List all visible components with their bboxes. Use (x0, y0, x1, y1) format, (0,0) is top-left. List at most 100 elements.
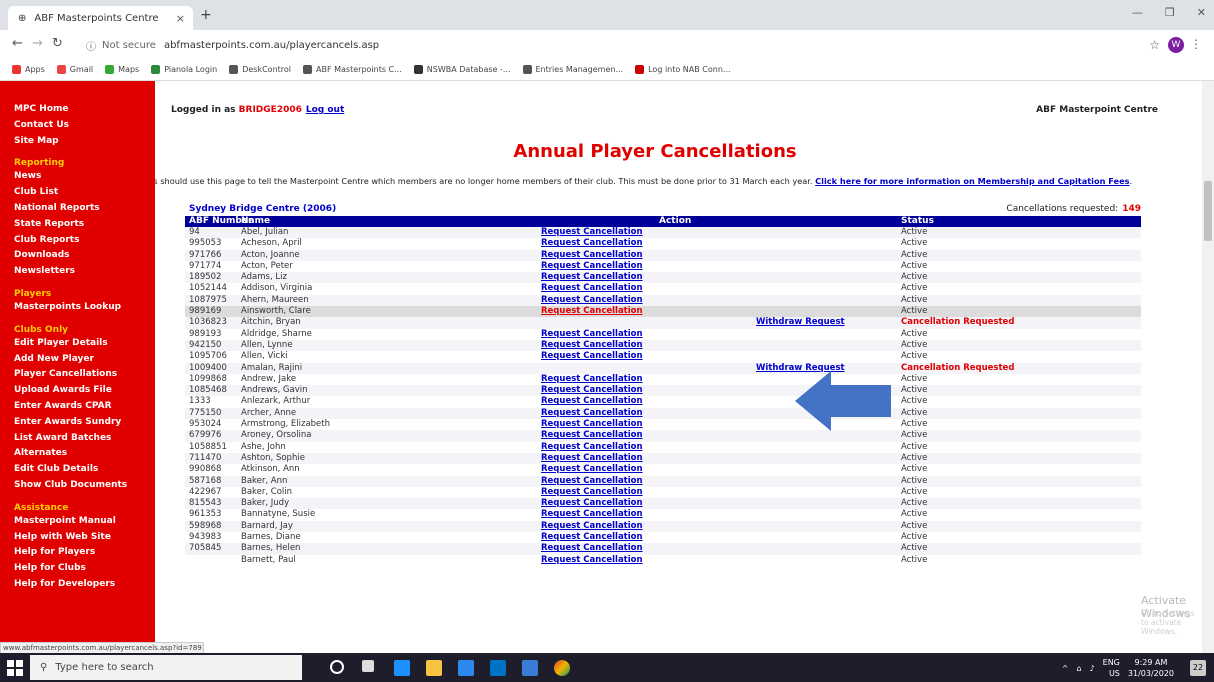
bookmark-star-icon[interactable]: ☆ (1149, 38, 1160, 52)
new-tab-button[interactable]: + (200, 7, 212, 23)
lang-indicator[interactable]: ENG US (1103, 657, 1120, 679)
bookmark-item[interactable]: ABF Masterpoints C... (303, 64, 402, 74)
sidebar-item-list-award-batches[interactable]: List Award Batches (0, 431, 155, 447)
cortana-icon[interactable] (330, 660, 344, 674)
request-cancellation-link[interactable]: Request Cancellation (541, 227, 643, 238)
back-icon[interactable]: ← (12, 36, 23, 51)
request-cancellation-link[interactable]: Request Cancellation (541, 476, 643, 487)
request-cancellation-link[interactable]: Request Cancellation (541, 543, 643, 554)
sidebar-item-add-new-player[interactable]: Add New Player (0, 352, 155, 368)
menu-icon[interactable]: ⋮ (1190, 37, 1202, 51)
request-cancellation-link[interactable]: Request Cancellation (541, 509, 643, 520)
request-cancellation-link[interactable]: Request Cancellation (541, 464, 643, 475)
abf-number-cell: 1085468 (189, 385, 227, 396)
request-cancellation-link[interactable]: Request Cancellation (541, 430, 643, 441)
sidebar-item-help-for-clubs[interactable]: Help for Clubs (0, 561, 155, 577)
sidebar-item-site-map[interactable]: Site Map (0, 134, 155, 150)
sidebar-item-edit-player-details[interactable]: Edit Player Details (0, 336, 155, 352)
browser-tab[interactable]: ⊕ ABF Masterpoints Centre × (8, 6, 193, 30)
sidebar-item-help-with-web-site[interactable]: Help with Web Site (0, 530, 155, 546)
bookmark-item[interactable]: Pianola Login (151, 64, 217, 74)
request-cancellation-link[interactable]: Request Cancellation (541, 521, 643, 532)
request-cancellation-link[interactable]: Request Cancellation (541, 340, 643, 351)
request-cancellation-link[interactable]: Request Cancellation (541, 306, 643, 317)
request-cancellation-link[interactable]: Request Cancellation (541, 261, 643, 272)
bookmark-item[interactable]: Gmail (56, 64, 93, 74)
mail-icon[interactable] (522, 660, 538, 676)
sidebar-item-enter-awards-sundry[interactable]: Enter Awards Sundry (0, 415, 155, 431)
request-cancellation-link[interactable]: Request Cancellation (541, 453, 643, 464)
windows-start-icon[interactable] (6, 659, 24, 677)
network-icon[interactable]: ⌂ (1076, 664, 1081, 673)
reload-icon[interactable]: ↻ (52, 36, 63, 51)
close-window-icon[interactable]: ✕ (1197, 6, 1206, 19)
sidebar-item-help-for-developers[interactable]: Help for Developers (0, 577, 155, 593)
sidebar-item-edit-club-details[interactable]: Edit Club Details (0, 462, 155, 478)
bookmark-item[interactable]: Entries Managemen... (522, 64, 623, 74)
clock[interactable]: 9:29 AM 31/03/2020 (1128, 657, 1174, 679)
request-cancellation-link[interactable]: Request Cancellation (541, 385, 643, 396)
sidebar-item-enter-awards-cpar[interactable]: Enter Awards CPAR (0, 399, 155, 415)
sidebar-item-national-reports[interactable]: National Reports (0, 201, 155, 217)
sidebar-item-show-club-documents[interactable]: Show Club Documents (0, 478, 155, 494)
sidebar-item-player-cancellations[interactable]: Player Cancellations (0, 367, 155, 383)
sidebar-item-mpc-home[interactable]: MPC Home (0, 102, 155, 118)
sidebar-item-alternates[interactable]: Alternates (0, 446, 155, 462)
profile-avatar[interactable]: W (1168, 37, 1184, 53)
url-input[interactable]: ⓘ Not secure abfmasterpoints.com.au/play… (86, 36, 1176, 54)
forward-icon[interactable]: → (32, 36, 43, 51)
chrome-icon[interactable] (554, 660, 570, 676)
sidebar-item-downloads[interactable]: Downloads (0, 248, 155, 264)
membership-info-link[interactable]: Click here for more information on Membe… (815, 176, 1129, 186)
notifications-icon[interactable]: 22 (1190, 660, 1206, 676)
request-cancellation-link[interactable]: Request Cancellation (541, 555, 643, 566)
sidebar-item-club-list[interactable]: Club List (0, 185, 155, 201)
request-cancellation-link[interactable]: Request Cancellation (541, 396, 643, 407)
request-cancellation-link[interactable]: Request Cancellation (541, 532, 643, 543)
outlook-icon[interactable] (490, 660, 506, 676)
request-cancellation-link[interactable]: Request Cancellation (541, 329, 643, 340)
info-icon[interactable]: ⓘ (86, 38, 96, 53)
taskbar-search-input[interactable]: ⚲ Type here to search (30, 655, 302, 680)
sidebar-item-news[interactable]: News (0, 169, 155, 185)
sidebar-item-contact-us[interactable]: Contact Us (0, 118, 155, 134)
sidebar-item-state-reports[interactable]: State Reports (0, 217, 155, 233)
sidebar-item-club-reports[interactable]: Club Reports (0, 233, 155, 249)
bookmark-item[interactable]: DeskControl (229, 64, 291, 74)
sidebar-item-newsletters[interactable]: Newsletters (0, 264, 155, 280)
request-cancellation-link[interactable]: Request Cancellation (541, 250, 643, 261)
intro-body: Clubs should use this page to tell the M… (155, 176, 816, 186)
restore-icon[interactable]: ❐ (1165, 6, 1175, 19)
minimize-icon[interactable]: — (1132, 6, 1143, 19)
photos-icon[interactable] (458, 660, 474, 676)
request-cancellation-link[interactable]: Request Cancellation (541, 442, 643, 453)
request-cancellation-link[interactable]: Request Cancellation (541, 295, 643, 306)
sidebar-item-upload-awards-file[interactable]: Upload Awards File (0, 383, 155, 399)
request-cancellation-link[interactable]: Request Cancellation (541, 487, 643, 498)
bookmark-item[interactable]: Log into NAB Conn... (635, 64, 731, 74)
sidebar-item-masterpoints-lookup[interactable]: Masterpoints Lookup (0, 300, 155, 316)
logout-link[interactable]: Log out (306, 105, 344, 115)
task-view-icon[interactable] (362, 660, 374, 672)
tray-chevron-icon[interactable]: ^ (1062, 664, 1069, 673)
volume-icon[interactable]: ♪ (1090, 664, 1095, 673)
edge-icon[interactable] (394, 660, 410, 676)
bookmark-item[interactable]: NSWBA Database -... (413, 64, 511, 74)
request-cancellation-link[interactable]: Request Cancellation (541, 283, 643, 294)
request-cancellation-link[interactable]: Request Cancellation (541, 272, 643, 283)
withdraw-request-link[interactable]: Withdraw Request (756, 317, 845, 328)
page-scrollbar[interactable] (1202, 81, 1214, 653)
sidebar-item-masterpoint-manual[interactable]: Masterpoint Manual (0, 514, 155, 530)
request-cancellation-link[interactable]: Request Cancellation (541, 408, 643, 419)
request-cancellation-link[interactable]: Request Cancellation (541, 498, 643, 509)
request-cancellation-link[interactable]: Request Cancellation (541, 351, 643, 362)
scrollbar-thumb[interactable] (1204, 181, 1212, 241)
close-tab-icon[interactable]: × (176, 12, 185, 25)
request-cancellation-link[interactable]: Request Cancellation (541, 374, 643, 385)
store-icon[interactable] (426, 660, 442, 676)
request-cancellation-link[interactable]: Request Cancellation (541, 419, 643, 430)
bookmark-item[interactable]: Apps (12, 64, 45, 74)
sidebar-item-help-for-players[interactable]: Help for Players (0, 545, 155, 561)
request-cancellation-link[interactable]: Request Cancellation (541, 238, 643, 249)
bookmark-item[interactable]: Maps (105, 64, 139, 74)
